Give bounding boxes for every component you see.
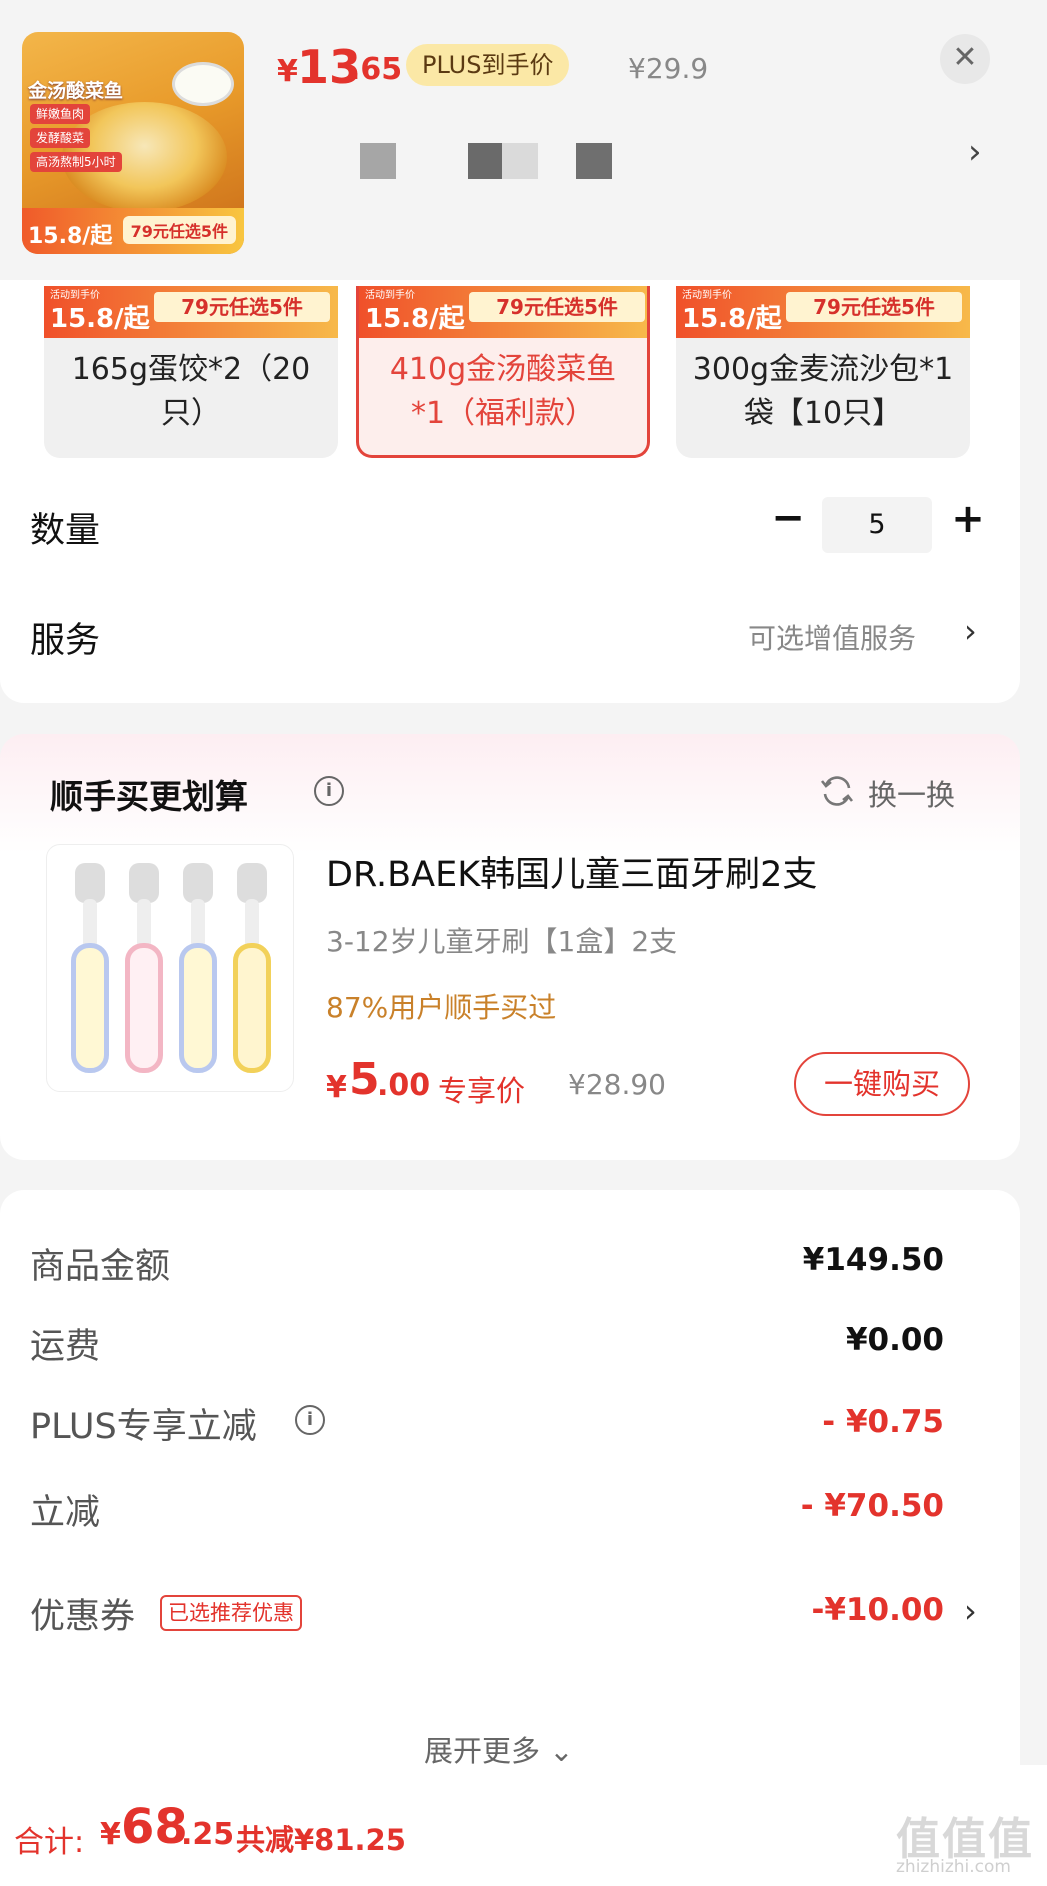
upsell-price-currency: ¥ [326, 1070, 347, 1105]
option-165g-egg-dumpling[interactable]: 活动到手价 15.8/起 79元任选5件 165g蛋饺*2（20只） [44, 286, 338, 458]
thumbnail-band-price: 15.8/起 [28, 224, 113, 249]
service-value[interactable]: 可选增值服务 [748, 617, 916, 657]
price-currency: ¥ [277, 54, 298, 89]
thumbnail-title: 金汤酸菜鱼 [28, 80, 124, 102]
price-summary: 商品金额 ¥149.50 运费 ¥0.00 PLUS专享立减 i - ¥0.75… [0, 1190, 1020, 1790]
total-decimal: .25 [181, 1817, 235, 1852]
upsell-card: 顺手买更划算 i 换一换 DR.BAEK韩国儿童三面牙刷2支 3-12岁儿童牙刷… [0, 734, 1020, 1160]
toothbrush-graphic [233, 863, 271, 1073]
thumbnail-tag: 鲜嫩鱼肉 [30, 104, 91, 124]
thumbnail-tag: 发酵酸菜 [30, 128, 91, 148]
summary-label-instant-discount: 立减 [30, 1493, 101, 1533]
chevron-right-icon[interactable]: › [964, 1592, 977, 1630]
option-promo-strip: 活动到手价 15.8/起 79元任选5件 [676, 286, 970, 338]
toothbrush-graphic [125, 863, 163, 1073]
thumbnail-promo-band: 15.8/起 79元任选5件 [22, 208, 244, 254]
summary-value-instant-discount: - ¥70.50 [800, 1488, 944, 1524]
option-strip-badge: 79元任选5件 [786, 292, 962, 322]
original-price: ¥29.9 [628, 52, 709, 85]
summary-label-plus-discount: PLUS专享立减 [30, 1407, 257, 1447]
summary-value-goods-amount: ¥149.50 [802, 1242, 944, 1278]
option-strip-badge: 79元任选5件 [154, 292, 330, 322]
total-saved: 共减¥81.25 [236, 1823, 406, 1857]
option-label: 165g蛋饺*2（20只） [71, 352, 311, 431]
summary-value-coupon[interactable]: -¥10.00 [812, 1592, 945, 1628]
upsell-product-name[interactable]: DR.BAEK韩国儿童三面牙刷2支 [326, 846, 817, 897]
option-label: 410g金汤酸菜鱼*1（福利款） [389, 352, 617, 431]
quantity-plus-button[interactable]: + [948, 499, 988, 540]
refresh-button-label[interactable]: 换一换 [868, 772, 955, 814]
total-currency: ¥ [100, 1817, 121, 1852]
chevron-right-icon[interactable]: › [964, 612, 977, 650]
toothbrush-graphic [179, 863, 217, 1073]
pixelated-spec-text [502, 143, 538, 179]
info-icon[interactable]: i [314, 776, 344, 806]
upsell-title: 顺手买更划算 [50, 777, 248, 816]
pixelated-spec-text [576, 143, 612, 179]
option-promo-strip: 活动到手价 15.8/起 79元任选5件 [359, 286, 647, 338]
option-promo-strip: 活动到手价 15.8/起 79元任选5件 [44, 286, 338, 338]
thumbnail-band-badge: 79元任选5件 [122, 216, 236, 244]
option-strip-price: 15.8/起 [365, 304, 465, 334]
summary-label-goods-amount: 商品金额 [30, 1247, 171, 1287]
summary-value-shipping: ¥0.00 [845, 1322, 944, 1358]
total-label: 合计: [14, 1825, 85, 1860]
option-strip-price: 15.8/起 [50, 304, 150, 334]
pixelated-spec-text [468, 143, 502, 179]
upsell-original-price: ¥28.90 [568, 1068, 666, 1101]
close-button[interactable]: ✕ [940, 34, 990, 84]
option-strip-price: 15.8/起 [682, 304, 782, 334]
summary-value-plus-discount: - ¥0.75 [822, 1404, 944, 1440]
refresh-icon[interactable] [820, 774, 854, 808]
exclusive-price-label: 专享价 [438, 1074, 526, 1108]
option-label: 300g金麦流沙包*1袋【10只】 [692, 352, 954, 431]
rice-bowl-graphic [172, 62, 234, 106]
upsell-product-spec: 3-12岁儿童牙刷【1盒】2支 [326, 925, 678, 958]
upsell-price-decimal: .00 [377, 1068, 431, 1103]
quantity-input[interactable]: 5 [822, 497, 932, 553]
info-icon[interactable]: i [295, 1405, 325, 1435]
option-300g-custard-bun[interactable]: 活动到手价 15.8/起 79元任选5件 300g金麦流沙包*1袋【10只】 [676, 286, 970, 458]
upsell-price-integer: 5 [349, 1054, 380, 1105]
price-decimal: .65 [349, 52, 403, 87]
option-strip-badge: 79元任选5件 [469, 292, 645, 322]
toothbrush-image[interactable] [46, 844, 294, 1092]
summary-label-coupon: 优惠券 [30, 1597, 136, 1637]
thumbnail-tag: 高汤熬制5小时 [30, 152, 122, 172]
expand-more-button[interactable]: 展开更多 ⌄ [424, 1728, 574, 1770]
product-header: 金汤酸菜鱼 鲜嫩鱼肉 发酵酸菜 高汤熬制5小时 15.8/起 79元任选5件 ¥… [0, 0, 1047, 280]
plus-price-badge: PLUS到手价 [406, 44, 570, 86]
pixelated-spec-text [360, 143, 396, 179]
summary-label-shipping: 运费 [30, 1327, 101, 1367]
quantity-minus-button[interactable]: − [770, 498, 806, 538]
quantity-label: 数量 [30, 511, 101, 551]
bottom-total-bar: 合计: ¥ 68 .25 共减¥81.25 值值值 zhizhizhi.com [0, 1765, 1047, 1886]
coupon-selected-tag: 已选推荐优惠 [160, 1595, 302, 1631]
watermark-url: zhizhizhi.com [896, 1857, 1011, 1877]
toothbrush-graphic [71, 863, 109, 1073]
service-label: 服务 [30, 621, 101, 661]
upsell-buy-stat: 87%用户顺手买过 [326, 991, 557, 1024]
one-click-buy-button[interactable]: 一键购买 [794, 1052, 970, 1116]
total-integer: 68 [121, 1799, 188, 1855]
chevron-right-icon[interactable]: › [968, 132, 982, 172]
product-thumbnail[interactable]: 金汤酸菜鱼 鲜嫩鱼肉 发酵酸菜 高汤熬制5小时 15.8/起 79元任选5件 [22, 32, 244, 254]
option-410g-fish-selected[interactable]: 活动到手价 15.8/起 79元任选5件 410g金汤酸菜鱼*1（福利款） [356, 286, 650, 458]
